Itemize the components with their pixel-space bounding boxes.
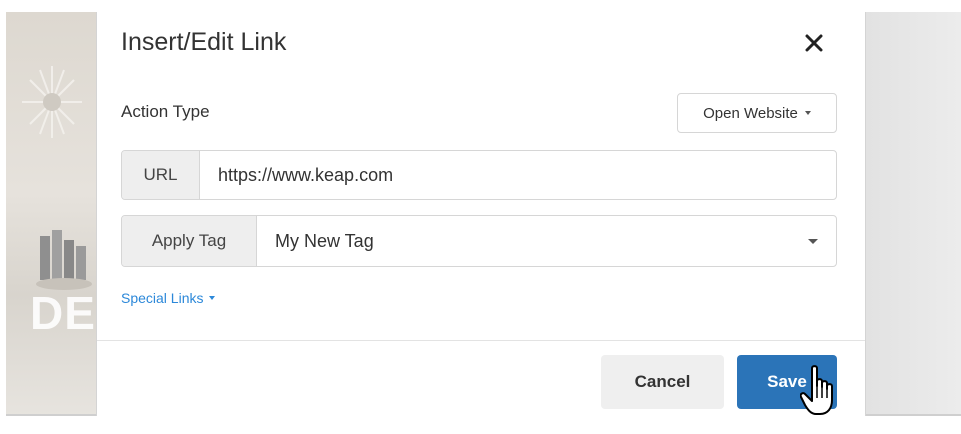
url-input[interactable]: https://www.keap.com <box>200 151 836 199</box>
apply-tag-addon-label: Apply Tag <box>122 216 257 266</box>
cancel-button[interactable]: Cancel <box>601 355 724 409</box>
hand-pointer-icon <box>800 365 833 415</box>
dialog-title: Insert/Edit Link <box>121 28 287 56</box>
chevron-down-icon <box>208 296 215 300</box>
app-background: DER Insert/Edit Link Action Type Open We… <box>6 12 961 416</box>
flower-decoration-icon <box>22 66 82 138</box>
apply-tag-input-group: Apply Tag My New Tag <box>121 215 837 267</box>
action-type-dropdown[interactable]: Open Website <box>677 93 837 133</box>
insert-edit-link-dialog: Insert/Edit Link Action Type Open Websit… <box>96 12 866 416</box>
url-addon-label: URL <box>122 151 200 199</box>
candles-decoration-icon <box>36 230 92 290</box>
special-links-label: Special Links <box>121 290 204 306</box>
close-icon <box>805 34 823 52</box>
background-right <box>866 12 961 416</box>
chevron-down-icon <box>804 111 811 115</box>
apply-tag-select[interactable]: My New Tag <box>257 216 836 266</box>
apply-tag-value: My New Tag <box>275 230 374 251</box>
close-button[interactable] <box>797 26 831 60</box>
url-value: https://www.keap.com <box>218 164 394 185</box>
special-links-dropdown[interactable]: Special Links <box>121 290 215 306</box>
url-input-group: URL https://www.keap.com <box>121 150 837 200</box>
footer-divider <box>97 340 865 341</box>
action-type-label: Action Type <box>121 102 210 121</box>
chevron-down-icon <box>808 239 818 244</box>
background-image: DER <box>6 12 129 416</box>
action-type-value: Open Website <box>703 104 798 122</box>
